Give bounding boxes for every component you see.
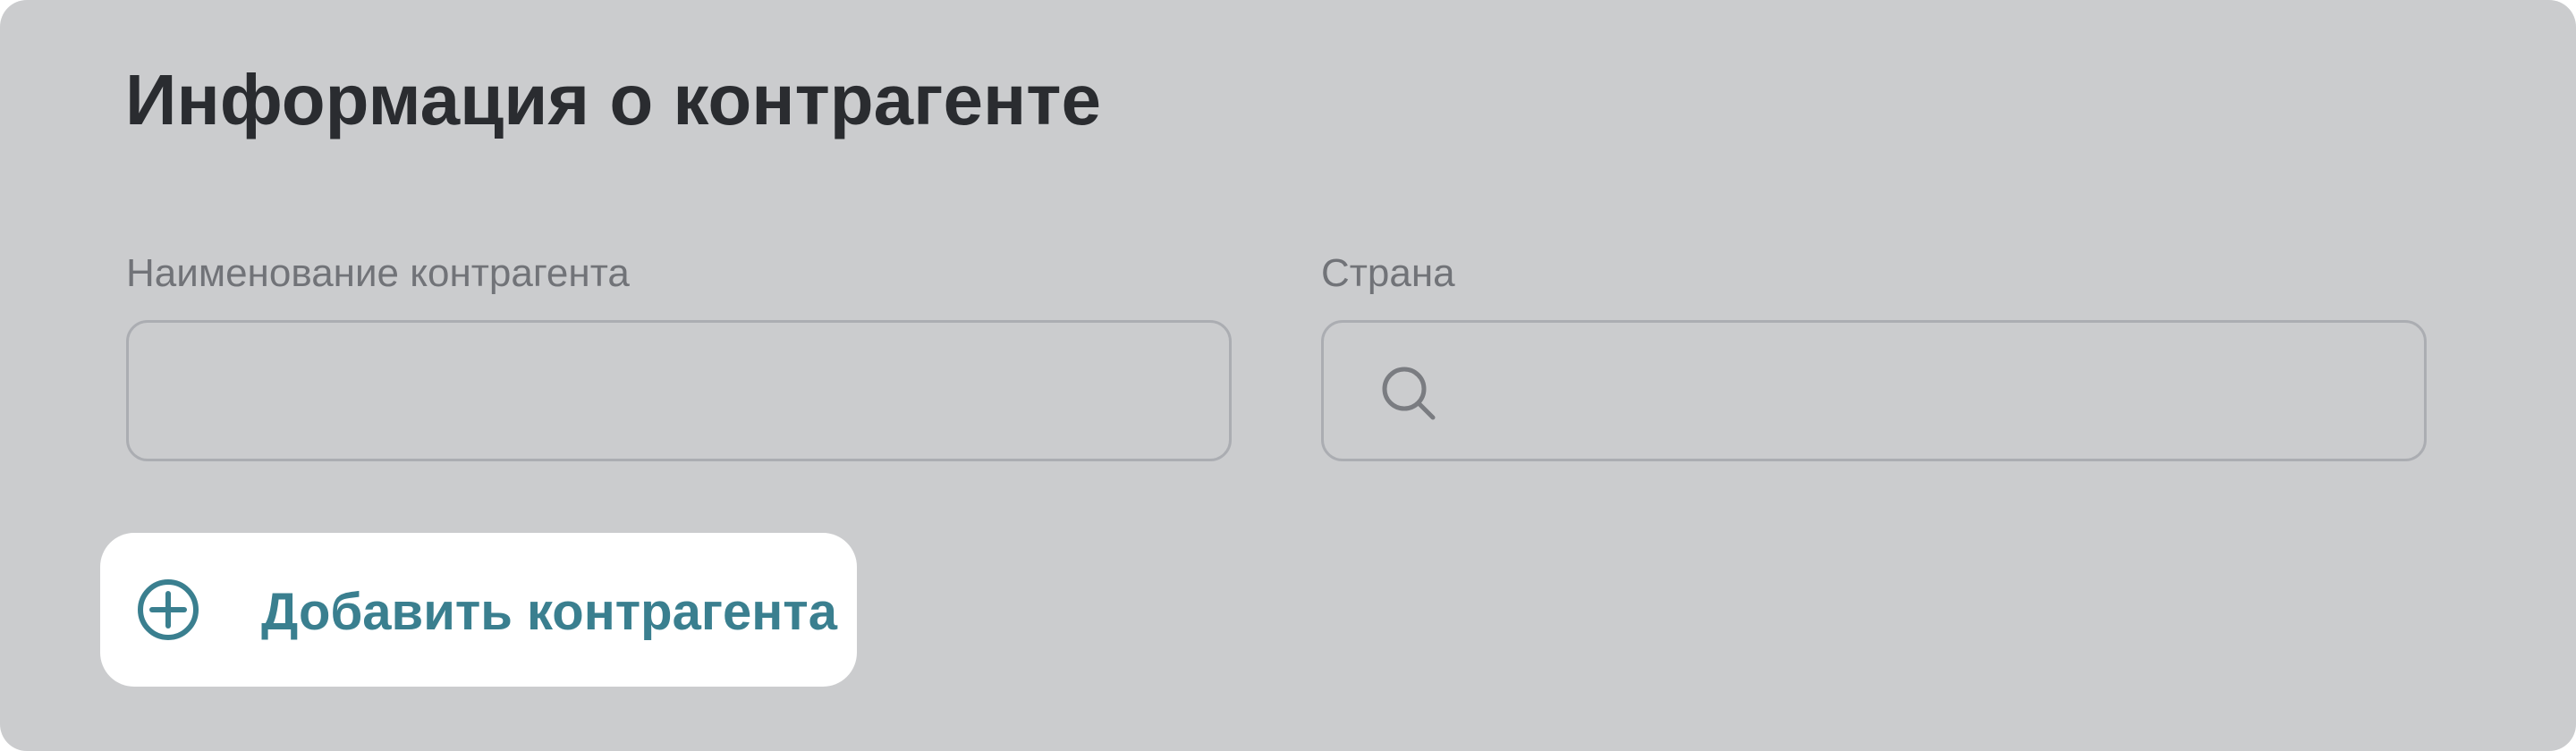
- country-field[interactable]: [1321, 320, 2427, 461]
- add-counterparty-button[interactable]: Добавить контрагента: [100, 533, 857, 687]
- counterparty-info-card: Информация о контрагенте Наименование ко…: [0, 0, 2576, 751]
- counterparty-name-field[interactable]: [126, 320, 1232, 461]
- country-label: Страна: [1321, 251, 1455, 295]
- counterparty-name-input[interactable]: [129, 323, 1229, 459]
- country-search-input[interactable]: [1324, 323, 2424, 459]
- plus-circle-icon: [138, 579, 199, 640]
- section-title: Информация о контрагенте: [125, 60, 1101, 139]
- counterparty-name-label: Наименование контрагента: [126, 251, 630, 295]
- add-counterparty-label: Добавить контрагента: [261, 583, 837, 641]
